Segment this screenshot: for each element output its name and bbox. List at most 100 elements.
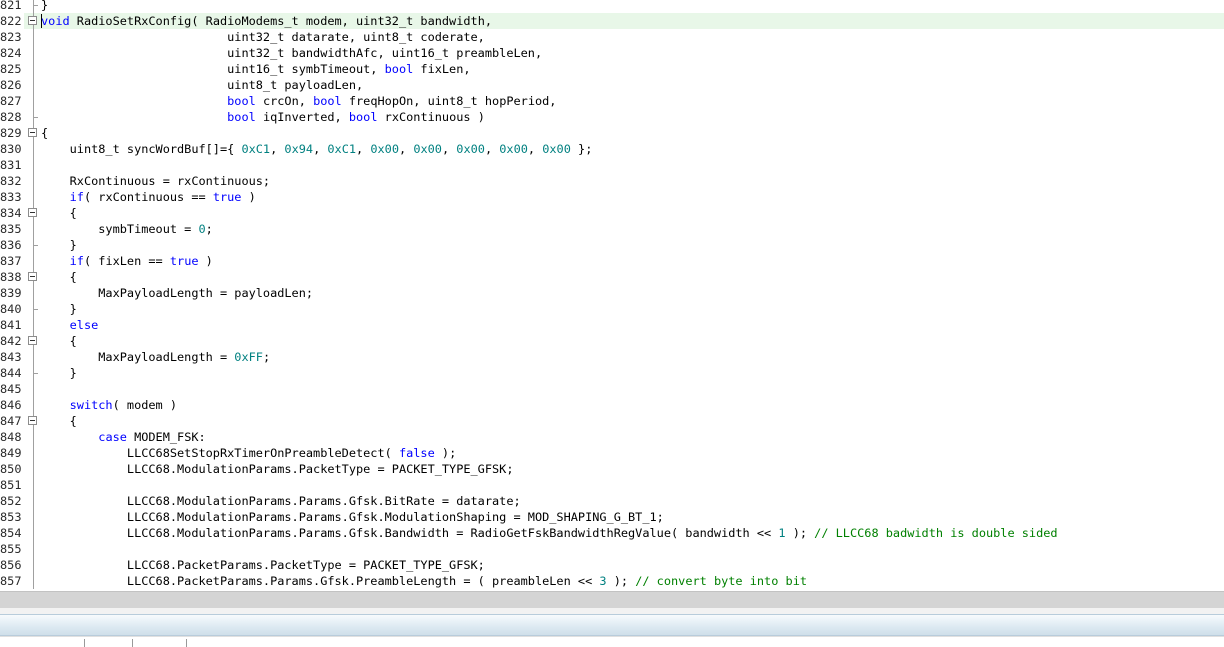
line-number: 857 [0,573,24,589]
code-line[interactable]: 826 uint8_t payloadLen, [0,77,1224,93]
code-token: crcOn, [255,94,314,108]
code-token: ( rxContinuous == [83,190,213,204]
line-number: 844 [0,365,24,381]
code-token: , [527,142,543,156]
line-number: 831 [0,157,24,173]
number-token: 0x94 [284,142,314,156]
fold-collapse-icon[interactable] [27,413,41,429]
code-token: LLCC68.ModulationParams.Params.Gfsk.Modu… [41,510,664,524]
horizontal-scrollbar[interactable] [0,591,1224,608]
code-line[interactable]: 841 else [0,317,1224,333]
code-line[interactable]: 850 LLCC68.ModulationParams.PacketType =… [0,461,1224,477]
code-line[interactable]: 822 void RadioSetRxConfig( RadioModems_t … [0,13,1224,29]
fold-guide-icon [27,397,41,413]
code-token: { [41,126,49,140]
code-line[interactable]: 829 { [0,125,1224,141]
code-line[interactable]: 830 uint8_t syncWordBuf[]={ 0xC1, 0x94, … [0,141,1224,157]
fold-collapse-icon[interactable] [27,125,41,141]
keyword-token: bool [227,110,256,124]
code-line[interactable]: 825 uint16_t symbTimeout, bool fixLen, [0,61,1224,77]
keyword-token: case [98,430,127,444]
code-line[interactable]: 838 { [0,269,1224,285]
code-line[interactable]: 853 LLCC68.ModulationParams.Params.Gfsk.… [0,509,1224,525]
code-text: } [41,365,77,381]
fold-guide-icon [27,461,41,477]
code-token: freqHopOn, uint8_t hopPeriod, [341,94,557,108]
line-number: 846 [0,397,24,413]
fold-collapse-icon[interactable] [27,13,41,29]
number-token: 0x00 [499,142,528,156]
code-text: LLCC68.PacketParams.PacketType = PACKET_… [41,557,485,573]
code-text: switch( modem ) [41,397,177,413]
code-token: MODEM_FSK: [126,430,206,444]
code-token: MaxPayloadLength = [41,350,235,364]
fold-collapse-icon[interactable] [27,333,41,349]
code-line[interactable]: 854 LLCC68.ModulationParams.Params.Gfsk.… [0,525,1224,541]
code-line[interactable]: 839 MaxPayloadLength = payloadLen; [0,285,1224,301]
code-line[interactable]: 832 RxContinuous = rxContinuous; [0,173,1224,189]
fold-collapse-icon[interactable] [27,269,41,285]
code-text: LLCC68.ModulationParams.PacketType = PAC… [41,461,514,477]
line-number: 821 [0,0,24,13]
code-line[interactable]: 846 switch( modem ) [0,397,1224,413]
code-token: ( modem ) [112,398,178,412]
fold-guide-icon [27,381,41,397]
code-token: , [399,142,414,156]
code-line[interactable]: 855 [0,541,1224,557]
code-line[interactable]: 835 symbTimeout = 0; [0,221,1224,237]
code-line[interactable]: 831 [0,157,1224,173]
code-line[interactable]: 828 bool iqInverted, bool rxContinuous ) [0,109,1224,125]
code-token: fixLen, [413,62,471,76]
code-line[interactable]: 851 [0,477,1224,493]
code-line[interactable]: 834 { [0,205,1224,221]
code-token: } [41,0,49,12]
fold-guide-icon [27,509,41,525]
code-text: RxContinuous = rxContinuous; [41,173,270,189]
code-line[interactable]: 847 { [0,413,1224,429]
code-line[interactable]: 837 if( fixLen == true ) [0,253,1224,269]
code-line[interactable]: 856 LLCC68.PacketParams.PacketType = PAC… [0,557,1224,573]
code-token: , [270,142,285,156]
code-line[interactable]: 824 uint32_t bandwidthAfc, uint16_t prea… [0,45,1224,61]
code-line[interactable]: 849 LLCC68SetStopRxTimerOnPreambleDetect… [0,445,1224,461]
code-line[interactable]: 842 { [0,333,1224,349]
keyword-token: else [69,318,99,332]
fold-guide-icon [27,61,41,77]
code-line[interactable]: 848 case MODEM_FSK: [0,429,1224,445]
fold-guide-icon [27,237,41,253]
code-text: { [41,413,77,429]
fold-guide-icon [27,109,41,125]
code-token: { [41,414,77,428]
code-token: rxContinuous ) [377,110,485,124]
code-token: }; [570,142,593,156]
code-line[interactable]: 857 LLCC68.PacketParams.Params.Gfsk.Prea… [0,573,1224,589]
code-text: { [41,205,77,221]
code-line[interactable]: 823 uint32_t datarate, uint8_t coderate, [0,29,1224,45]
code-line[interactable]: 840 } [0,301,1224,317]
code-token: ( fixLen == [83,254,170,268]
code-line[interactable]: 821} [0,0,1224,13]
code-text: } [41,301,77,317]
code-token: ; [205,222,213,236]
code-line[interactable]: 844 } [0,365,1224,381]
code-line[interactable]: 827 bool crcOn, bool freqHopOn, uint8_t … [0,93,1224,109]
bottom-tab-strip[interactable] [0,636,1224,647]
fold-collapse-icon[interactable] [27,205,41,221]
code-line[interactable]: 845 [0,381,1224,397]
code-line[interactable]: 843 MaxPayloadLength = 0xFF; [0,349,1224,365]
code-line[interactable]: 852 LLCC68.ModulationParams.Params.Gfsk.… [0,493,1224,509]
code-token: uint8_t payloadLen, [41,78,364,92]
code-editor[interactable]: 821} 822 void RadioSetRxConfig( RadioModem… [0,0,1224,591]
keyword-token: true [169,254,199,268]
code-token: { [41,206,77,220]
code-line[interactable]: 836 } [0,237,1224,253]
code-line[interactable]: 833 if( rxContinuous == true ) [0,189,1224,205]
fold-guide-icon [27,221,41,237]
line-number: 850 [0,461,24,477]
text-caret [41,14,42,28]
